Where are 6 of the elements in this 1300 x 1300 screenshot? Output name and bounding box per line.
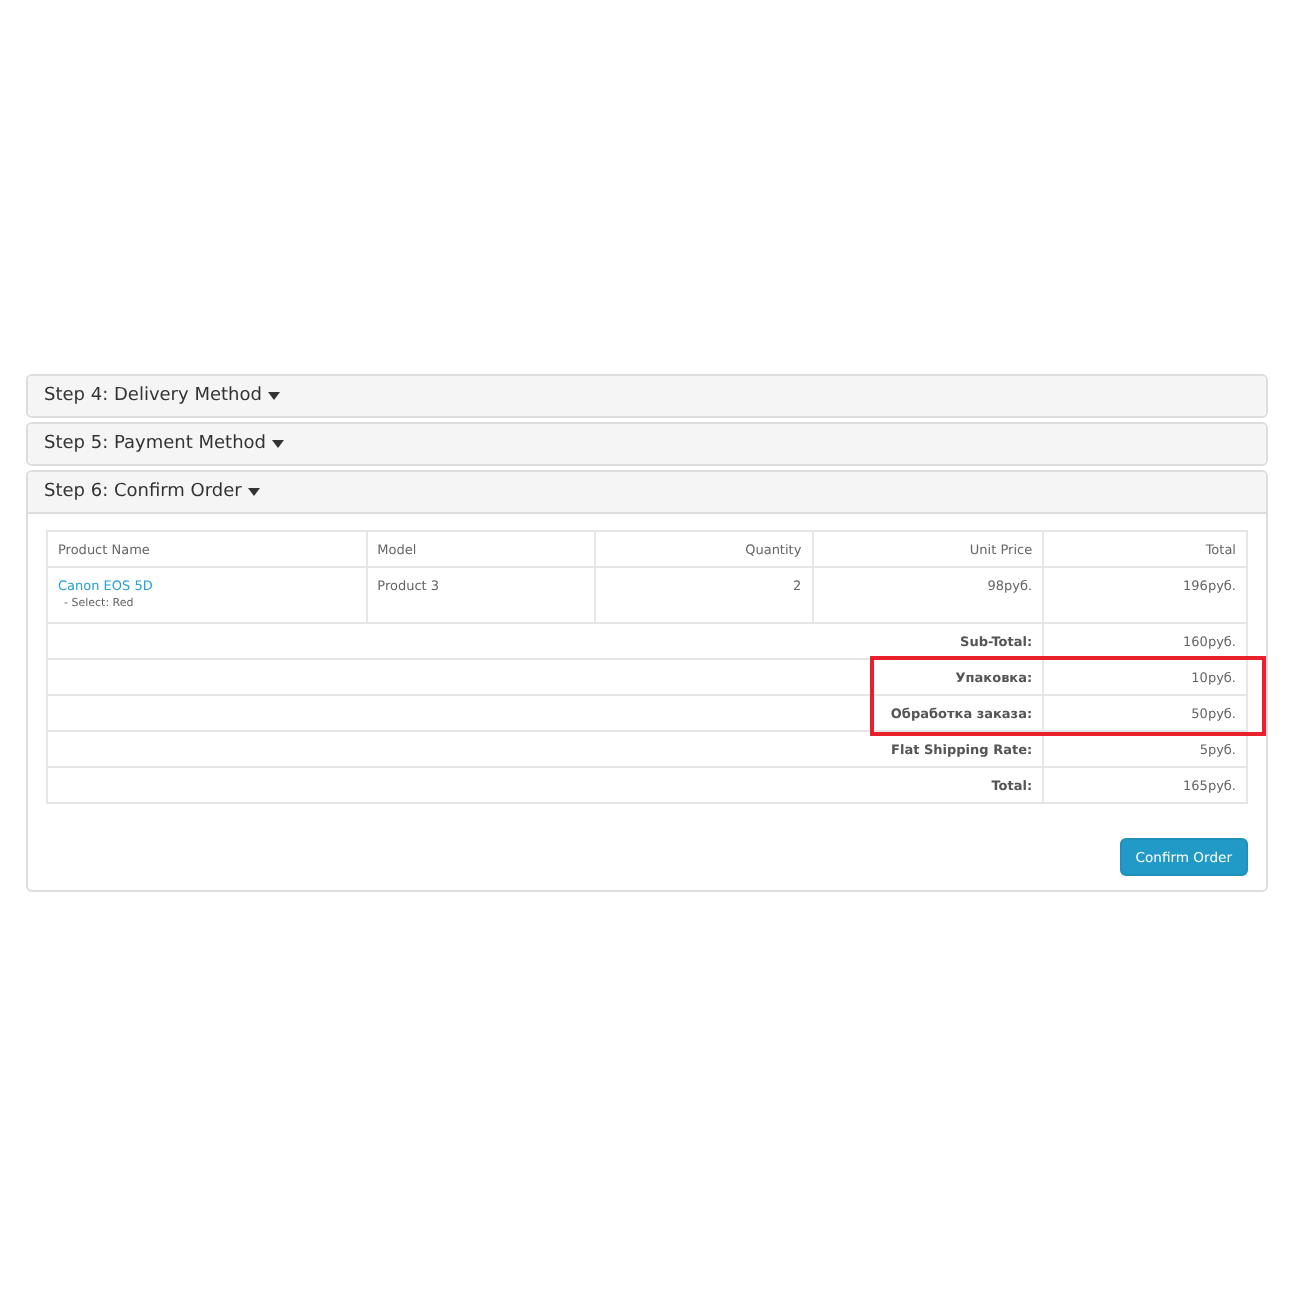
step-heading[interactable]: Step 4: Delivery Method xyxy=(28,376,1266,416)
step-heading[interactable]: Step 6: Confirm Order xyxy=(28,472,1266,514)
step-heading[interactable]: Step 5: Payment Method xyxy=(28,424,1266,464)
caret-icon xyxy=(247,488,260,496)
caret-icon xyxy=(267,392,280,400)
caret-icon xyxy=(272,440,284,448)
